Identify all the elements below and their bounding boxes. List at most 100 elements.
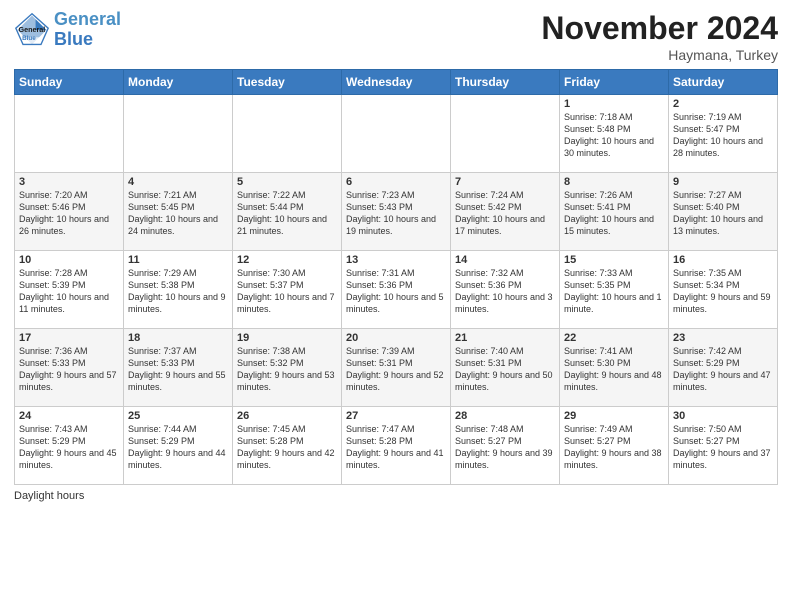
day-info: Sunrise: 7:32 AM Sunset: 5:36 PM Dayligh… xyxy=(455,267,555,316)
logo-icon: General Blue xyxy=(14,12,50,48)
calendar-header-row: Sunday Monday Tuesday Wednesday Thursday… xyxy=(15,70,778,95)
day-cell: 9Sunrise: 7:27 AM Sunset: 5:40 PM Daylig… xyxy=(669,173,778,251)
day-number: 19 xyxy=(237,332,337,344)
day-info: Sunrise: 7:27 AM Sunset: 5:40 PM Dayligh… xyxy=(673,189,773,238)
day-number: 27 xyxy=(346,410,446,422)
day-number: 2 xyxy=(673,98,773,110)
col-tuesday: Tuesday xyxy=(233,70,342,95)
day-number: 21 xyxy=(455,332,555,344)
title-block: November 2024 Haymana, Turkey xyxy=(541,10,778,63)
day-info: Sunrise: 7:41 AM Sunset: 5:30 PM Dayligh… xyxy=(564,345,664,394)
day-cell: 24Sunrise: 7:43 AM Sunset: 5:29 PM Dayli… xyxy=(15,407,124,485)
day-cell: 15Sunrise: 7:33 AM Sunset: 5:35 PM Dayli… xyxy=(560,251,669,329)
day-info: Sunrise: 7:38 AM Sunset: 5:32 PM Dayligh… xyxy=(237,345,337,394)
day-cell xyxy=(451,95,560,173)
day-number: 23 xyxy=(673,332,773,344)
day-cell: 6Sunrise: 7:23 AM Sunset: 5:43 PM Daylig… xyxy=(342,173,451,251)
week-row-2: 3Sunrise: 7:20 AM Sunset: 5:46 PM Daylig… xyxy=(15,173,778,251)
day-info: Sunrise: 7:22 AM Sunset: 5:44 PM Dayligh… xyxy=(237,189,337,238)
day-info: Sunrise: 7:39 AM Sunset: 5:31 PM Dayligh… xyxy=(346,345,446,394)
day-cell: 10Sunrise: 7:28 AM Sunset: 5:39 PM Dayli… xyxy=(15,251,124,329)
month-title: November 2024 xyxy=(541,10,778,47)
day-info: Sunrise: 7:36 AM Sunset: 5:33 PM Dayligh… xyxy=(19,345,119,394)
day-number: 25 xyxy=(128,410,228,422)
day-number: 22 xyxy=(564,332,664,344)
day-info: Sunrise: 7:31 AM Sunset: 5:36 PM Dayligh… xyxy=(346,267,446,316)
day-info: Sunrise: 7:26 AM Sunset: 5:41 PM Dayligh… xyxy=(564,189,664,238)
day-cell: 19Sunrise: 7:38 AM Sunset: 5:32 PM Dayli… xyxy=(233,329,342,407)
day-info: Sunrise: 7:23 AM Sunset: 5:43 PM Dayligh… xyxy=(346,189,446,238)
page: General Blue GeneralBlue November 2024 H… xyxy=(0,0,792,612)
day-info: Sunrise: 7:18 AM Sunset: 5:48 PM Dayligh… xyxy=(564,111,664,160)
day-number: 11 xyxy=(128,254,228,266)
day-cell xyxy=(233,95,342,173)
day-number: 20 xyxy=(346,332,446,344)
col-thursday: Thursday xyxy=(451,70,560,95)
day-info: Sunrise: 7:35 AM Sunset: 5:34 PM Dayligh… xyxy=(673,267,773,316)
day-cell: 26Sunrise: 7:45 AM Sunset: 5:28 PM Dayli… xyxy=(233,407,342,485)
day-info: Sunrise: 7:33 AM Sunset: 5:35 PM Dayligh… xyxy=(564,267,664,316)
day-cell: 28Sunrise: 7:48 AM Sunset: 5:27 PM Dayli… xyxy=(451,407,560,485)
day-cell: 7Sunrise: 7:24 AM Sunset: 5:42 PM Daylig… xyxy=(451,173,560,251)
logo-text: GeneralBlue xyxy=(54,10,121,50)
day-number: 12 xyxy=(237,254,337,266)
day-cell: 20Sunrise: 7:39 AM Sunset: 5:31 PM Dayli… xyxy=(342,329,451,407)
legend: Daylight hours xyxy=(14,490,778,502)
calendar: Sunday Monday Tuesday Wednesday Thursday… xyxy=(14,69,778,485)
day-info: Sunrise: 7:21 AM Sunset: 5:45 PM Dayligh… xyxy=(128,189,228,238)
day-info: Sunrise: 7:48 AM Sunset: 5:27 PM Dayligh… xyxy=(455,423,555,472)
day-info: Sunrise: 7:37 AM Sunset: 5:33 PM Dayligh… xyxy=(128,345,228,394)
day-number: 16 xyxy=(673,254,773,266)
day-number: 15 xyxy=(564,254,664,266)
day-info: Sunrise: 7:19 AM Sunset: 5:47 PM Dayligh… xyxy=(673,111,773,160)
day-cell: 21Sunrise: 7:40 AM Sunset: 5:31 PM Dayli… xyxy=(451,329,560,407)
day-info: Sunrise: 7:45 AM Sunset: 5:28 PM Dayligh… xyxy=(237,423,337,472)
day-cell: 1Sunrise: 7:18 AM Sunset: 5:48 PM Daylig… xyxy=(560,95,669,173)
day-cell: 22Sunrise: 7:41 AM Sunset: 5:30 PM Dayli… xyxy=(560,329,669,407)
day-cell: 18Sunrise: 7:37 AM Sunset: 5:33 PM Dayli… xyxy=(124,329,233,407)
day-cell: 29Sunrise: 7:49 AM Sunset: 5:27 PM Dayli… xyxy=(560,407,669,485)
day-number: 28 xyxy=(455,410,555,422)
day-cell: 2Sunrise: 7:19 AM Sunset: 5:47 PM Daylig… xyxy=(669,95,778,173)
header: General Blue GeneralBlue November 2024 H… xyxy=(14,10,778,63)
day-info: Sunrise: 7:24 AM Sunset: 5:42 PM Dayligh… xyxy=(455,189,555,238)
day-cell: 13Sunrise: 7:31 AM Sunset: 5:36 PM Dayli… xyxy=(342,251,451,329)
day-number: 17 xyxy=(19,332,119,344)
day-cell: 4Sunrise: 7:21 AM Sunset: 5:45 PM Daylig… xyxy=(124,173,233,251)
day-cell: 30Sunrise: 7:50 AM Sunset: 5:27 PM Dayli… xyxy=(669,407,778,485)
day-number: 9 xyxy=(673,176,773,188)
svg-text:General: General xyxy=(19,25,46,34)
week-row-5: 24Sunrise: 7:43 AM Sunset: 5:29 PM Dayli… xyxy=(15,407,778,485)
day-info: Sunrise: 7:20 AM Sunset: 5:46 PM Dayligh… xyxy=(19,189,119,238)
week-row-1: 1Sunrise: 7:18 AM Sunset: 5:48 PM Daylig… xyxy=(15,95,778,173)
col-friday: Friday xyxy=(560,70,669,95)
day-cell: 5Sunrise: 7:22 AM Sunset: 5:44 PM Daylig… xyxy=(233,173,342,251)
col-wednesday: Wednesday xyxy=(342,70,451,95)
day-number: 10 xyxy=(19,254,119,266)
day-info: Sunrise: 7:47 AM Sunset: 5:28 PM Dayligh… xyxy=(346,423,446,472)
day-number: 29 xyxy=(564,410,664,422)
day-info: Sunrise: 7:28 AM Sunset: 5:39 PM Dayligh… xyxy=(19,267,119,316)
day-info: Sunrise: 7:44 AM Sunset: 5:29 PM Dayligh… xyxy=(128,423,228,472)
day-cell: 27Sunrise: 7:47 AM Sunset: 5:28 PM Dayli… xyxy=(342,407,451,485)
day-number: 6 xyxy=(346,176,446,188)
day-info: Sunrise: 7:43 AM Sunset: 5:29 PM Dayligh… xyxy=(19,423,119,472)
day-info: Sunrise: 7:29 AM Sunset: 5:38 PM Dayligh… xyxy=(128,267,228,316)
day-cell: 8Sunrise: 7:26 AM Sunset: 5:41 PM Daylig… xyxy=(560,173,669,251)
day-number: 24 xyxy=(19,410,119,422)
week-row-4: 17Sunrise: 7:36 AM Sunset: 5:33 PM Dayli… xyxy=(15,329,778,407)
day-number: 18 xyxy=(128,332,228,344)
day-cell: 25Sunrise: 7:44 AM Sunset: 5:29 PM Dayli… xyxy=(124,407,233,485)
day-number: 26 xyxy=(237,410,337,422)
day-info: Sunrise: 7:50 AM Sunset: 5:27 PM Dayligh… xyxy=(673,423,773,472)
day-cell: 3Sunrise: 7:20 AM Sunset: 5:46 PM Daylig… xyxy=(15,173,124,251)
col-saturday: Saturday xyxy=(669,70,778,95)
day-info: Sunrise: 7:49 AM Sunset: 5:27 PM Dayligh… xyxy=(564,423,664,472)
svg-text:Blue: Blue xyxy=(22,35,36,42)
day-number: 1 xyxy=(564,98,664,110)
day-cell xyxy=(124,95,233,173)
day-info: Sunrise: 7:42 AM Sunset: 5:29 PM Dayligh… xyxy=(673,345,773,394)
day-cell: 16Sunrise: 7:35 AM Sunset: 5:34 PM Dayli… xyxy=(669,251,778,329)
day-number: 3 xyxy=(19,176,119,188)
location: Haymana, Turkey xyxy=(541,47,778,63)
